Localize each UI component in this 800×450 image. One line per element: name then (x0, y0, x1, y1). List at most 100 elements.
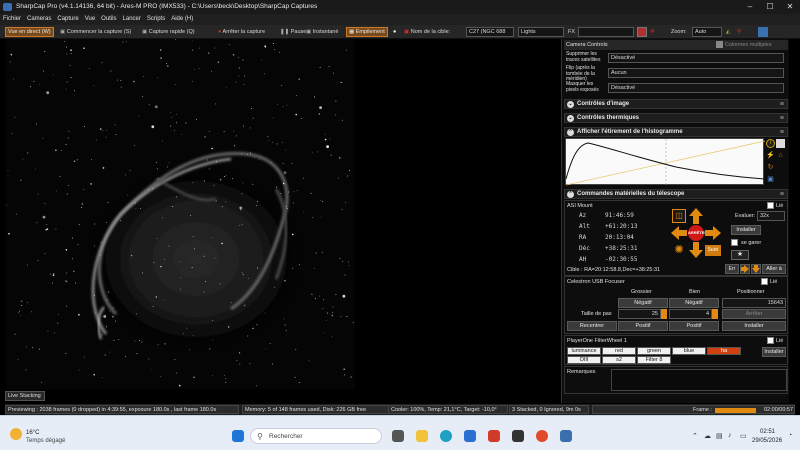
save-icon[interactable]: ▣ (766, 175, 775, 184)
histogram-chart[interactable] (565, 138, 766, 186)
lightning-icon[interactable]: ⚡ (766, 151, 775, 160)
move-west-button[interactable] (671, 226, 687, 240)
edge-icon[interactable] (440, 430, 452, 442)
frame-type-select[interactable]: Lights (518, 27, 564, 37)
step-coarse-spinner-icon[interactable] (661, 309, 667, 319)
filter-luminance[interactable]: luminance (567, 347, 601, 355)
refresh-icon[interactable]: ↻ (766, 163, 775, 172)
clock-time[interactable]: 02:51 (760, 429, 775, 435)
network-icon[interactable]: ▤ (716, 432, 723, 440)
mask-pixels-select[interactable]: Désactivé (608, 83, 784, 93)
info-icon[interactable]: i (766, 139, 775, 148)
positive-coarse-button[interactable]: Positif (618, 321, 668, 331)
hamburger-icon[interactable]: ≡ (780, 100, 784, 109)
clock-date[interactable]: 29/05/2026 (752, 438, 782, 444)
menu-fichier[interactable]: Fichier (0, 14, 24, 25)
position-input[interactable]: 15643 (722, 298, 786, 308)
tracking-button[interactable]: Suivi (705, 245, 721, 256)
telescope-header[interactable]: ⌃ Commandes matérielles du télescope ≡ (564, 189, 788, 199)
menu-outils[interactable]: Outils (98, 14, 119, 25)
circle-tool-icon[interactable]: ● (393, 27, 396, 37)
menu-aide[interactable]: Aide (H) (168, 14, 196, 25)
positive-fine-button[interactable]: Positif (669, 321, 719, 331)
taskbar-search[interactable]: ⚲ Rechercher (250, 428, 382, 444)
stop-capture-button[interactable]: ● Arrêter la capture (218, 27, 265, 37)
app-icon-dark[interactable] (512, 430, 524, 442)
filter-green[interactable]: green (637, 347, 671, 355)
mount-install-button[interactable]: Installer (731, 225, 761, 235)
menu-capture[interactable]: Capture (54, 14, 81, 25)
magnifier-icon[interactable]: ⚲ (737, 27, 741, 37)
hamburger-icon[interactable]: ≡ (780, 114, 784, 123)
filterwheel-linked-checkbox[interactable] (767, 337, 774, 344)
speaker-icon[interactable]: ♪ (728, 432, 732, 439)
quick-capture-button[interactable]: ▣ Capture rapide (Q) (142, 27, 195, 37)
star-icon[interactable]: ★ (731, 250, 749, 260)
menu-scripts[interactable]: Scripts (144, 14, 168, 25)
step-fine-input[interactable]: 4 (669, 309, 712, 319)
battery-icon[interactable]: ▭ (740, 432, 747, 440)
target-name-control[interactable]: ▣ Nom de la cible: (404, 27, 450, 37)
focuser-linked-checkbox[interactable] (761, 278, 768, 285)
menu-vue[interactable]: Vue (82, 14, 98, 25)
menu-cameras[interactable]: Cameras (24, 14, 54, 25)
weather-icon[interactable] (10, 428, 22, 440)
chevron-up-icon[interactable]: ⌃ (692, 432, 698, 440)
camera-preview[interactable] (6, 39, 355, 389)
filter-blue[interactable]: blue (672, 347, 706, 355)
goto-down-icon[interactable] (751, 264, 761, 274)
maximize-button[interactable]: ☐ (760, 0, 780, 14)
thermal-controls-header[interactable]: ⌄ Contrôles thermiques ≡ (564, 113, 788, 123)
satellite-trails-select[interactable]: Désactivé (608, 53, 784, 63)
snapshot-button[interactable]: ▣ Instantané (306, 27, 338, 37)
start-capture-button[interactable]: ▣ Commencer la capture (S) (60, 27, 131, 37)
negative-fine-button[interactable]: Négatif (669, 298, 719, 308)
app-icon-red[interactable] (488, 430, 500, 442)
spiral-search-icon[interactable]: ◫ (672, 209, 686, 223)
color-swatch[interactable] (637, 27, 647, 37)
move-north-button[interactable] (689, 208, 703, 224)
file-explorer-icon[interactable] (416, 430, 428, 442)
remarks-textarea[interactable] (611, 369, 787, 391)
slew-speed-select[interactable]: 32x (757, 211, 785, 221)
stack-button[interactable]: ▦ Empilement (346, 27, 388, 37)
filterwheel-install-button[interactable]: Installer (762, 347, 786, 357)
step-fine-spinner-icon[interactable] (712, 309, 718, 319)
task-view-icon[interactable] (392, 430, 404, 442)
histogram-header[interactable]: ⌃ Afficher l'étirement de l'histogramme … (564, 127, 788, 137)
goto-right-icon[interactable] (740, 264, 750, 274)
hamburger-icon[interactable]: ≡ (780, 190, 784, 199)
reset-icon[interactable]: ⌂ (776, 151, 785, 160)
flip-select[interactable]: Aucun (608, 68, 784, 78)
mount-linked-checkbox[interactable] (767, 202, 774, 209)
cloud-icon[interactable]: ☁ (704, 432, 711, 440)
store-icon[interactable] (464, 430, 476, 442)
image-controls-header[interactable]: ⌄ Contrôles d'image ≡ (564, 99, 788, 109)
histogram-icon[interactable]: ◭ (726, 27, 730, 37)
zoom-select[interactable]: Auto (692, 27, 722, 37)
multi-columns-checkbox[interactable] (716, 41, 723, 48)
settings-icon[interactable] (758, 27, 768, 37)
sharpcap-taskbar-icon[interactable] (560, 430, 572, 442)
filter-8[interactable]: Filter 8 (637, 356, 671, 364)
menu-lancer[interactable]: Lancer (120, 14, 144, 25)
filter-oiii[interactable]: OIII (567, 356, 601, 364)
move-east-button[interactable] (705, 226, 721, 240)
recenter-button[interactable]: Recentrer (567, 321, 617, 331)
fx-select[interactable] (578, 27, 634, 37)
park-checkbox[interactable] (731, 239, 738, 246)
filter-ha-selected[interactable]: ha (707, 347, 741, 355)
target-name-select[interactable]: C27 (NGC 688 (466, 27, 514, 37)
minimize-button[interactable]: – (740, 0, 760, 14)
pause-button[interactable]: ❚❚ Pause (280, 27, 306, 37)
filter-red[interactable]: red (602, 347, 636, 355)
contrast-icon[interactable] (776, 139, 785, 148)
live-stacking-tab[interactable]: Live Stacking (5, 391, 45, 401)
live-view-button[interactable]: Vue en direct (W) (5, 27, 54, 37)
notification-icon[interactable]: ◔ (788, 432, 792, 439)
goto-button[interactable]: Aller à (762, 264, 786, 274)
close-button[interactable]: ✕ (780, 0, 800, 14)
chrome-icon[interactable] (536, 430, 548, 442)
negative-coarse-button[interactable]: Négatif (618, 298, 668, 308)
windows-start-icon[interactable] (232, 430, 244, 442)
